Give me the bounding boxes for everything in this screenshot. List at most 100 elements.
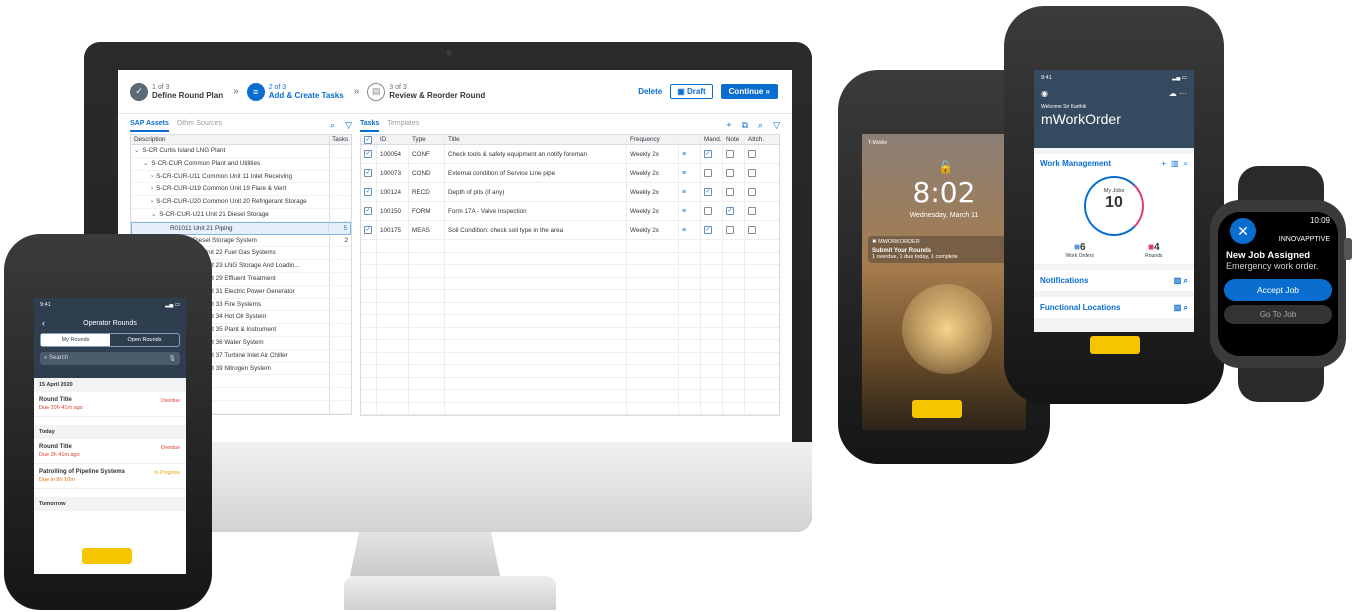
- table-row[interactable]: ✓ 100150 FORM Form 17A - Valve Inspection We…: [361, 202, 779, 221]
- task-title: External condition of Service Line pipe: [445, 164, 627, 182]
- frequency-settings-icon[interactable]: ≡: [682, 170, 686, 177]
- barcode-icon[interactable]: ▥: [1171, 159, 1179, 169]
- task-id: 100150: [377, 202, 409, 220]
- step-number: 1 of 3: [152, 83, 170, 91]
- functional-locations-card[interactable]: Functional Locations ▥ ⌕: [1034, 297, 1194, 318]
- mandatory-checkbox[interactable]: ✓: [704, 188, 712, 196]
- note-checkbox[interactable]: [726, 169, 734, 177]
- row-select-checkbox[interactable]: ✓: [364, 188, 372, 196]
- tree-label: S-CR-CUR-U11 Common Unit 11 Inlet Receiv…: [156, 172, 292, 180]
- search-input[interactable]: ⌕ Search 🎙: [40, 352, 180, 365]
- task-count: 5: [328, 222, 350, 234]
- select-all-checkbox[interactable]: ✓: [364, 135, 372, 144]
- tree-row[interactable]: ⌄ S-CR-CUR Common Plant and Utilities: [131, 157, 351, 171]
- tree-row[interactable]: ⌄ S-CR-CUR-U21 Unit 21 Diesel Storage: [131, 208, 351, 222]
- frequency-settings-icon[interactable]: ≡: [682, 151, 686, 158]
- table-row[interactable]: ✓ 100073 COND External condition of Service…: [361, 164, 779, 183]
- cloud-icon[interactable]: ☁: [1169, 89, 1177, 98]
- stat-label: Rounds: [1145, 253, 1163, 259]
- stat-work-orders[interactable]: ■6 Work Orders: [1066, 242, 1094, 259]
- barcode-icon[interactable]: ▥: [1174, 276, 1182, 285]
- tab-templates[interactable]: Templates: [387, 120, 419, 132]
- row-select-checkbox[interactable]: ✓: [364, 226, 372, 234]
- tab-other-sources[interactable]: Other Sources: [177, 120, 222, 132]
- tab-tasks[interactable]: Tasks: [360, 120, 380, 132]
- back-icon[interactable]: ‹: [42, 318, 45, 328]
- row-select-checkbox[interactable]: ✓: [364, 207, 372, 215]
- chevron-right-icon[interactable]: ›: [151, 198, 153, 205]
- search-icon[interactable]: ⌕: [758, 120, 763, 131]
- monitor-stand-neck: [350, 532, 500, 576]
- table-row[interactable]: ✓ 100054 CONF Check tools & safety equipmen…: [361, 145, 779, 164]
- note-checkbox[interactable]: [726, 150, 734, 158]
- profile-icon[interactable]: ◉: [1041, 89, 1048, 98]
- list-item[interactable]: Round Title Due 20h 41m ago Overdue: [34, 392, 186, 417]
- attachment-checkbox[interactable]: [748, 207, 756, 215]
- mic-icon[interactable]: 🎙: [168, 355, 176, 362]
- tree-row-selected[interactable]: R01011 Unit 21 Piping 5: [131, 221, 351, 235]
- tree-row[interactable]: › S-CR-CUR-U11 Common Unit 11 Inlet Recei…: [131, 170, 351, 184]
- accept-job-button[interactable]: Accept Job: [1224, 279, 1332, 301]
- jobs-ring[interactable]: My Jobs 10: [1084, 176, 1144, 236]
- search-icon[interactable]: ⌕: [330, 120, 335, 131]
- attachment-checkbox[interactable]: [748, 150, 756, 158]
- chevron-down-icon[interactable]: ⌄: [151, 211, 156, 218]
- notification-banner[interactable]: ✖ MWORKORDER Submit Your Rounds 1 overdu…: [868, 236, 1020, 263]
- more-icon[interactable]: ···: [1179, 89, 1187, 98]
- note-checkbox[interactable]: [726, 226, 734, 234]
- mandatory-checkbox[interactable]: ✓: [704, 150, 712, 158]
- stat-rounds[interactable]: ■4 Rounds: [1145, 242, 1162, 259]
- delete-button[interactable]: Delete: [638, 87, 662, 96]
- frequency-settings-icon[interactable]: ≡: [682, 227, 686, 234]
- task-count: [329, 183, 351, 196]
- frequency-settings-icon[interactable]: ≡: [682, 189, 686, 196]
- note-checkbox[interactable]: [726, 188, 734, 196]
- wizard-step-3[interactable]: ▤ 3 of 3 Review & Reorder Round: [367, 82, 485, 101]
- continue-button[interactable]: Continue »: [720, 84, 778, 99]
- mandatory-checkbox[interactable]: [704, 207, 712, 215]
- wizard-step-1[interactable]: ✓ 1 of 3 Define Round Plan: [130, 82, 223, 101]
- search-icon[interactable]: ⌕: [1184, 276, 1188, 285]
- segment-my-rounds[interactable]: My Rounds: [41, 334, 110, 346]
- notifications-card[interactable]: Notifications ▥ ⌕: [1034, 270, 1194, 291]
- frequency-settings-icon[interactable]: ≡: [682, 208, 686, 215]
- draft-button[interactable]: ▣ Draft: [670, 84, 713, 99]
- wizard-step-2[interactable]: ≡ 2 of 3 Add & Create Tasks: [246, 82, 344, 101]
- yellow-button: [1090, 336, 1140, 354]
- tree-row[interactable]: ⌄ S-CR Curtis Island LNG Plant: [131, 145, 351, 158]
- attachment-checkbox[interactable]: [748, 226, 756, 234]
- attachment-checkbox[interactable]: [748, 188, 756, 196]
- tree-row[interactable]: › S-CR-CUR-U20 Common Unit 20 Refrigerant…: [131, 196, 351, 209]
- mandatory-checkbox[interactable]: ✓: [704, 226, 712, 234]
- filter-icon[interactable]: ▽: [345, 120, 352, 131]
- barcode-icon[interactable]: ▥: [1174, 303, 1182, 312]
- chevron-right-icon[interactable]: ›: [151, 185, 153, 192]
- tools-icon: ✕: [1230, 218, 1256, 244]
- add-icon[interactable]: +: [1161, 159, 1166, 169]
- row-select-checkbox[interactable]: ✓: [364, 169, 372, 177]
- table-row[interactable]: ✓ 100124 RECD Depth of pits (if any) Weekly …: [361, 183, 779, 202]
- table-row[interactable]: ✓ 100175 MEAS Soil Condition: check soil ty…: [361, 221, 779, 240]
- work-management-card[interactable]: Work Management + ▥ ⌕ My Jobs 10 ■6 Work Or…: [1034, 154, 1194, 264]
- sunset-image: [902, 284, 992, 374]
- copy-icon[interactable]: ⧉: [742, 120, 748, 131]
- tree-row[interactable]: › S-CR-CUR-U19 Common Unit 19 Flare & Ven…: [131, 183, 351, 197]
- due-text: Due in 8h 10m: [39, 477, 75, 483]
- tab-sap-assets[interactable]: SAP Assets: [130, 120, 169, 132]
- chevron-down-icon[interactable]: ⌄: [143, 160, 148, 167]
- segment-open-rounds[interactable]: Open Rounds: [110, 334, 179, 346]
- add-icon[interactable]: +: [726, 120, 731, 131]
- mandatory-checkbox[interactable]: [704, 169, 712, 177]
- chevron-right-icon[interactable]: ›: [151, 173, 153, 180]
- filter-icon[interactable]: ▽: [773, 120, 780, 131]
- chevron-down-icon[interactable]: ⌄: [134, 147, 139, 154]
- list-item[interactable]: Round Title Due 3h 41m ago Overdue: [34, 439, 186, 464]
- search-icon[interactable]: ⌕: [1184, 303, 1188, 312]
- row-select-checkbox[interactable]: ✓: [364, 150, 372, 158]
- note-checkbox[interactable]: ✓: [726, 207, 734, 215]
- attachment-checkbox[interactable]: [748, 169, 756, 177]
- message-body: Emergency work order.: [1226, 261, 1319, 271]
- go-to-job-button[interactable]: Go To Job: [1224, 305, 1332, 324]
- search-icon[interactable]: ⌕: [1184, 159, 1188, 169]
- list-item[interactable]: Patrolling of Pipeline Systems Due in 8h…: [34, 464, 186, 489]
